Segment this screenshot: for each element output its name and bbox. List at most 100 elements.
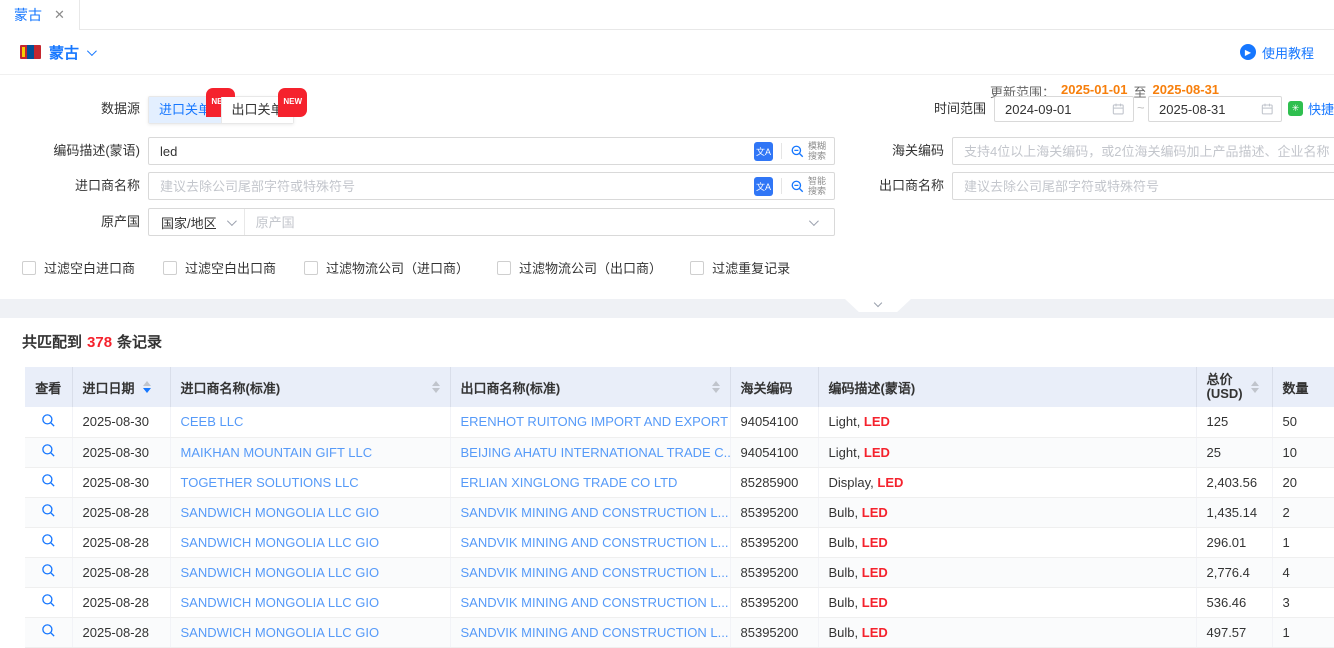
- exporter-link[interactable]: SANDVIK MINING AND CONSTRUCTION L...: [461, 535, 729, 550]
- importer-link[interactable]: SANDWICH MONGOLIA LLC GIO: [181, 625, 380, 640]
- view-record-button[interactable]: [41, 503, 56, 518]
- importer-link[interactable]: MAIKHAN MOUNTAIN GIFT LLC: [181, 445, 373, 460]
- importer-link[interactable]: SANDWICH MONGOLIA LLC GIO: [181, 505, 380, 520]
- importer-link[interactable]: TOGETHER SOLUTIONS LLC: [181, 475, 359, 490]
- divider: [781, 143, 782, 159]
- search-icon: [790, 179, 805, 194]
- code-desc-row: 编码描述(蒙语) 文A 模糊搜索 海关编码: [0, 137, 1334, 165]
- view-record-button[interactable]: [41, 443, 56, 458]
- exporter-field[interactable]: [953, 179, 1334, 194]
- view-record-button[interactable]: [41, 593, 56, 608]
- exporter-link[interactable]: BEIJING AHATU INTERNATIONAL TRADE C...: [461, 445, 731, 460]
- exporter-cell: SANDVIK MINING AND CONSTRUCTION L...: [450, 587, 730, 617]
- filter-logistics-exporter-checkbox[interactable]: 过滤物流公司（出口商）: [497, 258, 662, 277]
- origin-input[interactable]: 国家/地区: [148, 208, 835, 236]
- hs-code-field[interactable]: [953, 144, 1334, 159]
- importer-field[interactable]: [149, 179, 754, 194]
- result-count: 378: [87, 334, 112, 351]
- exporter-link[interactable]: SANDVIK MINING AND CONSTRUCTION L...: [461, 625, 729, 640]
- importer-cell: SANDWICH MONGOLIA LLC GIO: [170, 587, 450, 617]
- qty-cell: 2: [1272, 497, 1334, 527]
- origin-field[interactable]: [245, 215, 809, 230]
- filter-duplicate-checkbox[interactable]: 过滤重复记录: [690, 258, 790, 277]
- importer-link[interactable]: SANDWICH MONGOLIA LLC GIO: [181, 595, 380, 610]
- quick-select-link[interactable]: ✳ 快捷: [1288, 99, 1334, 118]
- date-end-field[interactable]: [1159, 102, 1261, 117]
- chevron-down-icon[interactable]: [809, 216, 819, 226]
- sort-icon[interactable]: [143, 381, 151, 393]
- import-date-cell: 2025-08-30: [72, 467, 170, 497]
- sort-icon[interactable]: [1251, 381, 1259, 393]
- import-date-cell: 2025-08-28: [72, 587, 170, 617]
- exporter-link[interactable]: SANDVIK MINING AND CONSTRUCTION L...: [461, 595, 729, 610]
- importer-link[interactable]: CEEB LLC: [181, 414, 244, 429]
- translate-icon[interactable]: 文A: [754, 142, 773, 161]
- desc-cell: Bulb, LED: [818, 557, 1196, 587]
- tutorial-icon: ▶: [1240, 44, 1256, 60]
- importer-link[interactable]: SANDWICH MONGOLIA LLC GIO: [181, 535, 380, 550]
- tutorial-link[interactable]: ▶ 使用教程: [1240, 43, 1314, 62]
- close-icon[interactable]: ✕: [54, 7, 65, 23]
- keyword-highlight: LED: [862, 505, 888, 520]
- importer-cell: SANDWICH MONGOLIA LLC GIO: [170, 617, 450, 647]
- filter-blank-importer-checkbox[interactable]: 过滤空白进口商: [22, 258, 135, 277]
- date-start-input[interactable]: [994, 96, 1134, 122]
- col-importer[interactable]: 进口商名称(标准): [170, 367, 450, 407]
- col-total[interactable]: 总价(USD): [1196, 367, 1272, 407]
- table-row: 2025-08-28 SANDWICH MONGOLIA LLC GIO SAN…: [25, 587, 1334, 617]
- import-date-cell: 2025-08-28: [72, 527, 170, 557]
- magnifier-icon: [41, 593, 56, 608]
- desc-cell: Bulb, LED: [818, 527, 1196, 557]
- filter-logistics-importer-checkbox[interactable]: 过滤物流公司（进口商）: [304, 258, 469, 277]
- sort-icon[interactable]: [712, 381, 720, 393]
- exporter-link[interactable]: ERLIAN XINGLONG TRADE CO LTD: [461, 475, 678, 490]
- filter-blank-exporter-checkbox[interactable]: 过滤空白出口商: [163, 258, 276, 277]
- desc-cell: Display, LED: [818, 467, 1196, 497]
- view-record-button[interactable]: [41, 563, 56, 578]
- table-row: 2025-08-30 MAIKHAN MOUNTAIN GIFT LLC BEI…: [25, 437, 1334, 467]
- magnifier-icon: [41, 443, 56, 458]
- qty-cell: 50: [1272, 407, 1334, 437]
- view-record-button[interactable]: [41, 623, 56, 638]
- importer-input[interactable]: 文A 智能搜索: [148, 172, 835, 200]
- exporter-link[interactable]: SANDVIK MINING AND CONSTRUCTION L...: [461, 505, 729, 520]
- tab-mongolia[interactable]: 蒙古 ✕: [0, 0, 80, 30]
- importer-cell: SANDWICH MONGOLIA LLC GIO: [170, 527, 450, 557]
- exporter-input[interactable]: [952, 172, 1334, 200]
- region-select[interactable]: 国家/地区: [149, 209, 245, 235]
- divider: [781, 178, 782, 194]
- shortcut-icon: ✳: [1288, 101, 1303, 116]
- view-record-button[interactable]: [41, 533, 56, 548]
- exporter-link[interactable]: ERENHOT RUITONG IMPORT AND EXPORT ...: [461, 414, 731, 429]
- time-range-label: 时间范围: [860, 96, 986, 122]
- qty-cell: 3: [1272, 587, 1334, 617]
- exporter-link[interactable]: SANDVIK MINING AND CONSTRUCTION L...: [461, 565, 729, 580]
- code-desc-field[interactable]: [149, 144, 754, 159]
- sort-icon[interactable]: [432, 381, 440, 393]
- desc-cell: Light, LED: [818, 407, 1196, 437]
- translate-icon[interactable]: 文A: [754, 177, 773, 196]
- total-cell: 25: [1196, 437, 1272, 467]
- hs-code-input[interactable]: [952, 137, 1334, 165]
- view-record-button[interactable]: [41, 473, 56, 488]
- table-row: 2025-08-28 SANDWICH MONGOLIA LLC GIO SAN…: [25, 617, 1334, 647]
- view-record-button[interactable]: [41, 413, 56, 428]
- date-end-input[interactable]: [1148, 96, 1282, 122]
- total-cell: 536.46: [1196, 587, 1272, 617]
- country-dropdown[interactable]: [87, 43, 94, 61]
- tab-title: 蒙古: [14, 5, 42, 25]
- exporter-cell: SANDVIK MINING AND CONSTRUCTION L...: [450, 617, 730, 647]
- total-cell: 296.01: [1196, 527, 1272, 557]
- importer-link[interactable]: SANDWICH MONGOLIA LLC GIO: [181, 565, 380, 580]
- import-date-cell: 2025-08-28: [72, 497, 170, 527]
- code-desc-input[interactable]: 文A 模糊搜索: [148, 137, 835, 165]
- search-icon: [790, 144, 805, 159]
- col-exporter[interactable]: 出口商名称(标准): [450, 367, 730, 407]
- magnifier-icon: [41, 563, 56, 578]
- collapse-panel-button[interactable]: [845, 299, 911, 312]
- magnifier-icon: [41, 623, 56, 638]
- col-import-date[interactable]: 进口日期: [72, 367, 170, 407]
- tutorial-label: 使用教程: [1262, 43, 1314, 62]
- date-start-field[interactable]: [1005, 102, 1112, 117]
- hs-code-cell: 85395200: [730, 527, 818, 557]
